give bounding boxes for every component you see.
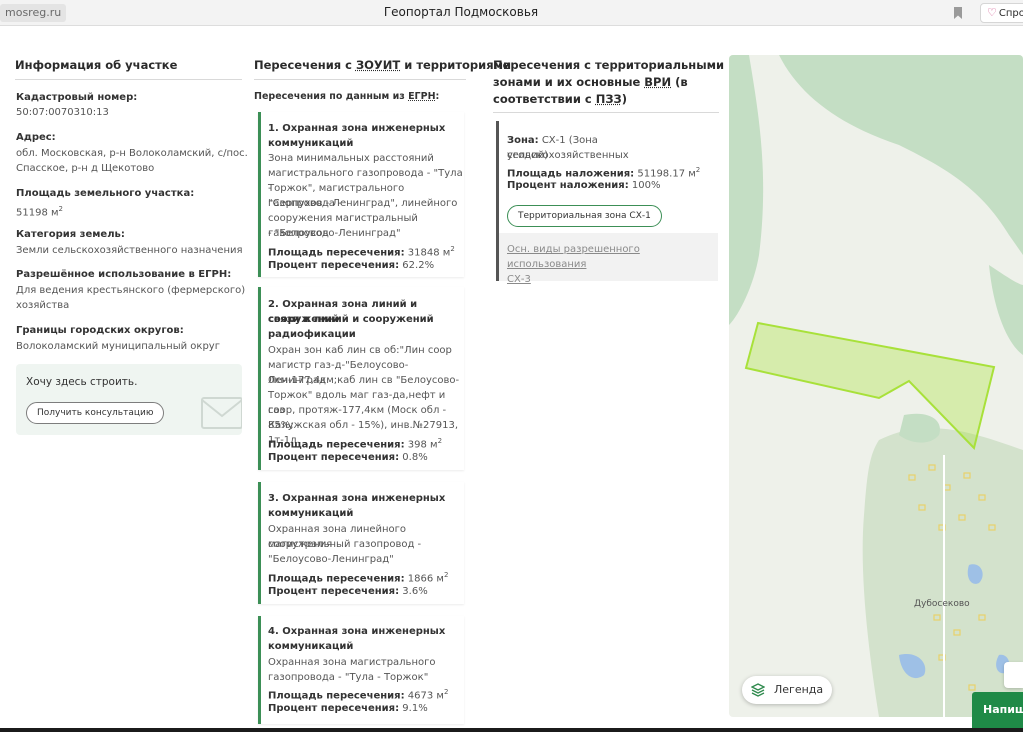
card-title: коммуникаций [268,138,354,149]
card-description: магистральный газопровод - [268,539,422,550]
address-line: Спасское, р-н д Щекотово [16,163,155,174]
divider [493,112,719,113]
divider [254,79,466,80]
envelope-icon [201,397,242,429]
intersection-card: 4. Охранная зона инженерных коммуникаций… [258,616,464,724]
zouit-title: Пересечения с ЗОУИТ и территориями [254,58,512,72]
card-title: 3. Охранная зона инженерных [268,493,446,504]
card-title: связи и линий и сооружений [268,314,434,325]
village-area [862,428,1023,717]
card-description: - "Белоусово-Ленинград" [268,228,401,239]
card-title: 4. Охранная зона инженерных [268,626,446,637]
zone-usage-block: Осн. виды разрешенного использования СХ-3 [499,233,718,285]
usage-label: Разрешённое использование в ЕГРН: [16,269,232,280]
usage-line: Для ведения крестьянского (фермерского) [16,285,246,296]
zouit-subtitle: Пересечения по данным из ЕГРН: [254,91,440,102]
card-title: радиофикации [268,329,356,340]
intersection-card: 3. Охранная зона инженерных коммуникаций… [258,482,464,604]
zone-usage-link[interactable]: Осн. виды разрешенного использования СХ-3 [507,242,712,287]
map-view[interactable]: Дубосеково [729,55,1023,717]
card-title: коммуникаций [268,508,354,519]
zones-title: соответствии с ПЗЗ) [493,92,627,106]
card-percent: Процент пересечения: 9.1% [268,703,428,714]
zone-card: Зона: СХ-1 (Зона сельскохозяйственных уг… [496,121,718,285]
consult-button[interactable]: Получить консультацию [26,402,165,424]
card-percent: Процент пересечения: 3.6% [268,586,428,597]
browser-bar: mosreg.ru Геопортал Подмосковья ♡ Спро [0,0,1023,26]
taskbar-edge [0,728,1023,732]
cadastral-value: 50:07:0070310:13 [16,107,109,118]
layers-icon [751,683,765,697]
page-title: Геопортал Подмосковья [383,5,539,19]
card-description: Охран зон каб лин св об:"Лин соор [268,345,452,356]
intersection-card: 1. Охранная зона инженерных коммуникаций… [258,112,464,277]
bookmark-icon[interactable] [951,6,965,20]
borders-label: Границы городских округов: [16,325,184,336]
cadastral-label: Кадастровый номер: [16,92,138,103]
card-description: Зона минимальных расстояний [268,153,434,164]
card-description: "Серпухов - Ленинград", линейного [268,198,458,209]
area-value: 51198 м2 [16,205,64,219]
card-description: 0км-177,4км;каб лин св "Белоусово- [268,375,460,386]
zones-title: зонами и их основные ВРИ (в [493,75,688,89]
card-title: коммуникаций [268,641,354,652]
card-description: Охранная зона магистрального [268,657,436,668]
browser-tab[interactable]: ♡ Спро [980,3,1023,23]
address-line: обл. Московская, р-н Волоколамский, с/по… [16,148,248,159]
card-description: "Белоусово-Ленинград" [268,554,394,565]
address-label: Адрес: [16,132,56,143]
zone-button[interactable]: Территориальная зона СХ-1 [507,205,662,227]
intersection-card: 2. Охранная зона линий и сооружений связ… [258,287,464,470]
zone-name: угодий) [507,150,549,161]
village-label: Дубосеково [914,599,970,609]
parcel-info-title: Информация об участке [15,58,178,72]
consult-title: Хочу здесь строить. [26,376,138,388]
map-control[interactable] [1004,662,1023,688]
borders-value: Волоколамский муниципальный округ [16,341,220,352]
card-description: газопровода - "Тула - Торжок" [268,672,429,683]
category-value: Земли сельскохозяйственного назначения [16,245,243,256]
tab-label: Спро [998,8,1023,19]
area-label: Площадь земельного участка: [16,188,195,199]
zones-title: Пересечения с территориальными [493,58,725,72]
card-title: 1. Охранная зона инженерных [268,123,446,134]
chat-button[interactable]: Напиши [972,692,1023,728]
overlap-percent: Процент наложения: 100% [507,180,661,191]
consult-panel: Хочу здесь строить. Получить консультаци… [16,364,242,435]
divider [15,79,242,80]
heart-icon: ♡ [987,6,997,19]
usage-line: хозяйства [16,300,70,311]
card-percent: Процент пересечения: 0.8% [268,452,428,463]
card-percent: Процент пересечения: 62.2% [268,260,435,271]
category-label: Категория земель: [16,229,125,240]
